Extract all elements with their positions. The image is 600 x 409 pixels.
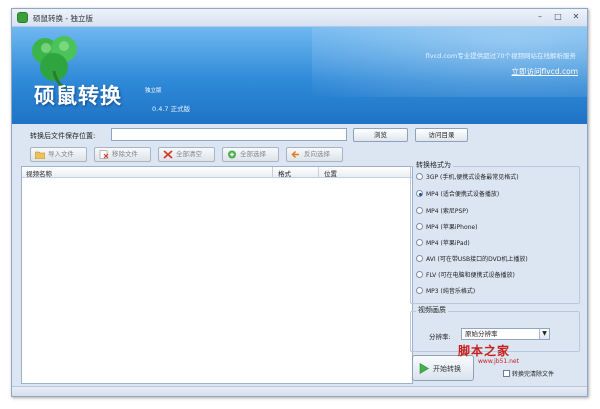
resolution-value: 原始分辨率 [465,330,498,338]
visit-flvcd-link[interactable]: 立即访问flvcd.com [512,66,578,77]
column-divider[interactable] [272,167,273,178]
clear-all-button[interactable]: 全部清空 [158,147,215,162]
visit-directory-button[interactable]: 访问目录 [415,128,468,142]
format-option[interactable]: MP4 (苹果iPhone) [416,222,477,231]
format-radio[interactable] [416,207,423,214]
clear-after-convert-label: 转换完清除文件 [512,371,555,378]
video-list-header: 视频名称 格式 位置 [22,167,412,178]
clear-after-convert-option[interactable]: 转换完清除文件 [503,369,554,378]
resolution-select[interactable]: 原始分辨率 ▼ [461,328,550,340]
remove-file-label: 移除文件 [112,150,138,158]
select-all-button[interactable]: 全部选择 [222,147,279,162]
quality-group-title: 视频画质 [416,305,448,315]
format-radio[interactable] [416,223,423,230]
format-option-label: MP3 (纯音乐格式) [426,288,476,295]
column-location[interactable]: 位置 [324,168,337,178]
maximize-button[interactable]: □ [552,12,564,23]
format-radio[interactable] [416,287,423,294]
format-radio[interactable] [416,255,423,262]
browse-button[interactable]: 浏览 [353,128,408,142]
format-option[interactable]: MP4 (索尼PSP) [416,206,468,215]
folder-icon [35,151,45,159]
import-file-button[interactable]: 导入文件 [30,147,87,162]
format-option-label: MP4 (苹果iPad) [426,240,470,247]
format-option-label: FLV (可在电脑和便携式设备播放) [426,272,515,279]
window-title: 硕鼠转换 - 独立版 [33,14,93,23]
brand-version: 0.4.7 正式版 [152,105,191,113]
resolution-label: 分辨率: [429,333,451,341]
invert-selection-label: 反向选择 [304,150,330,158]
format-option-label: 3GP (手机,便携式设备最常见格式) [426,174,519,181]
clear-x-icon [163,150,173,159]
clear-after-convert-checkbox[interactable] [503,370,510,377]
format-option-label: MP4 (适合便携式设备播放) [426,191,500,198]
header-banner: 硕鼠转换 独立版 0.4.7 正式版 flvcd.com专业提供超过70个视频网… [12,27,587,124]
column-video-name[interactable]: 视频名称 [26,168,52,178]
status-bar [12,386,587,396]
window-controls: – □ ✕ [534,12,582,23]
save-location-input[interactable] [111,128,347,141]
format-option[interactable]: MP4 (适合便携式设备播放) [416,189,499,198]
start-convert-label: 开始转换 [433,365,461,373]
app-window: 硕鼠转换 - 独立版 – □ ✕ 硕鼠转换 独立版 0.4.7 正式版 flvc… [11,8,588,397]
select-all-icon [228,150,236,159]
column-format[interactable]: 格式 [278,168,291,178]
chevron-down-icon[interactable]: ▼ [539,329,549,339]
title-bar: 硕鼠转换 - 独立版 – □ ✕ [12,9,587,27]
watermark-text: 脚本之家 [458,344,511,358]
brand-title: 硕鼠转换 [34,84,122,108]
app-icon [17,12,28,23]
format-option-label: MP4 (苹果iPhone) [426,224,478,231]
format-option[interactable]: AVI (可在带USB接口的DVD机上播放) [416,254,528,263]
format-option[interactable]: MP4 (苹果iPad) [416,238,470,247]
banner-glow [312,27,587,97]
format-radio[interactable] [416,190,423,197]
column-divider[interactable] [318,167,319,178]
remove-file-button[interactable]: 移除文件 [94,147,151,162]
watermark-url: www.jb51.net [478,358,519,365]
remove-document-icon [99,150,109,159]
format-radio[interactable] [416,173,423,180]
format-group-title: 转换格式为 [414,160,453,170]
format-radio[interactable] [416,271,423,278]
format-option[interactable]: 3GP (手机,便携式设备最常见格式) [416,172,519,181]
play-icon [419,363,429,374]
video-list-table[interactable]: 视频名称 格式 位置 [21,166,413,384]
select-all-label: 全部选择 [240,150,266,158]
brand-edition: 独立版 [145,88,162,94]
invert-selection-button[interactable]: 反向选择 [286,147,343,162]
import-file-label: 导入文件 [48,150,74,158]
banner-slogan: flvcd.com专业提供超过70个视频网站在线解析服务 [425,52,576,60]
format-option-label: AVI (可在带USB接口的DVD机上播放) [426,256,528,263]
invert-arrow-icon [291,150,299,159]
format-group [410,166,580,304]
close-button[interactable]: ✕ [570,12,582,23]
save-location-label: 转换后文件保存位置: [30,132,96,140]
format-option-label: MP4 (索尼PSP) [426,208,469,215]
format-option[interactable]: FLV (可在电脑和便携式设备播放) [416,270,515,279]
clear-all-label: 全部清空 [176,150,202,158]
minimize-button[interactable]: – [534,12,546,23]
format-option[interactable]: MP3 (纯音乐格式) [416,286,475,295]
format-radio[interactable] [416,239,423,246]
